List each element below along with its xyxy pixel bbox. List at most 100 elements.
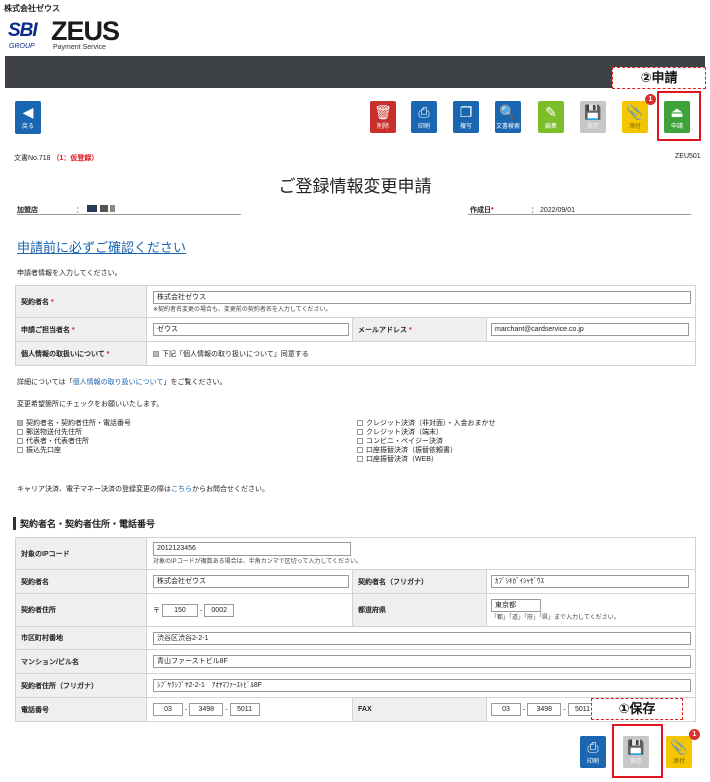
check-item[interactable]: 契約者名・契約者住所・電話番号	[17, 419, 131, 428]
apply-callout: ②申請	[612, 67, 706, 89]
checkbox[interactable]	[357, 429, 363, 436]
email-input[interactable]: marchant@cardservice.co.jp	[491, 323, 689, 336]
copy-icon: ❐	[459, 104, 473, 120]
paperclip-icon: 📎	[626, 104, 644, 120]
bottom-attach-badge: 1	[689, 729, 700, 740]
address-label: 契約者住所	[15, 593, 147, 627]
check-item[interactable]: 口座振替決済（WEB）	[357, 455, 496, 464]
building-label: マンション/ビル名	[15, 649, 147, 674]
doc-search-button[interactable]: 🔍 文書検索	[495, 101, 521, 133]
shop-underline	[17, 214, 241, 215]
zip2-input[interactable]: 0002	[204, 603, 235, 617]
created-underline	[468, 214, 691, 215]
section-heading: 契約者名・契約者住所・電話番号	[13, 517, 155, 530]
edit-button[interactable]: ✎ 編集	[538, 101, 564, 133]
check-item[interactable]: 口座振替決済（振替依頼書）	[357, 446, 496, 455]
logo-group: GROUP	[9, 43, 35, 50]
checkbox[interactable]	[17, 438, 23, 445]
privacy-check-label: 下記「個人情報の取り扱いについて」同意する	[162, 350, 309, 358]
city-input[interactable]: 渋谷区渋谷2-2-1	[153, 631, 691, 645]
logo-payment-service: Payment Service	[53, 44, 106, 51]
privacy-checkbox[interactable]	[153, 350, 159, 357]
apply-highlight-box	[657, 91, 701, 141]
checkbox[interactable]	[357, 456, 363, 463]
save-button[interactable]: 💾 保存	[580, 101, 606, 133]
check-intro: 変更希望箇所にチェックをお願いいたします。	[17, 401, 164, 408]
address-kana-input[interactable]: ｼﾌﾞﾔｸｼﾌﾞﾔ2-2-1 ｱｵﾔﾏﾌｧｰｽﾄﾋﾞﾙ8F	[153, 679, 691, 692]
privacy-note: 詳細については「個人情報の取り扱いについて」をご覧ください。	[17, 379, 227, 386]
ip-code-label: 対象のIPコード	[15, 537, 147, 570]
person-label: 申請ご担当者名 *	[15, 317, 147, 342]
city-label: 市区町村番地	[15, 626, 147, 650]
checkbox[interactable]	[357, 438, 363, 445]
delete-button[interactable]: 🗑 削除	[370, 101, 396, 133]
checks-right: クレジット決済（非対面）・入金おまかせ クレジット決済（端末） コンビニ・ペイジ…	[357, 419, 496, 464]
company-name: 株式会社ゼウス	[4, 4, 60, 13]
fax2-input[interactable]: 3498	[527, 703, 562, 716]
shop-name-redacted-2	[100, 205, 108, 212]
sbi-zeus-logo: SBI ZEUS GROUP Payment Service	[8, 14, 120, 56]
tel1-input[interactable]: 03	[153, 703, 183, 716]
floppy-icon: 💾	[584, 104, 602, 120]
checkbox[interactable]	[357, 420, 363, 427]
doc-code: ZEU501	[675, 153, 701, 160]
paperclip-icon: 📎	[670, 739, 688, 755]
logo-zeus: ZEUS	[51, 16, 120, 46]
save-callout: ①保存	[591, 698, 683, 720]
prefecture-input[interactable]: 東京都	[491, 599, 541, 612]
address-kana-label: 契約者住所（フリガナ）	[15, 673, 147, 698]
zip-mark: 〒	[153, 606, 160, 614]
contract-address-table: 対象のIPコード 2012123456 対象のIPコードが複数ある場合は、半角カ…	[15, 537, 696, 722]
checkbox[interactable]	[357, 447, 363, 454]
copy-button[interactable]: ❐ 複写	[453, 101, 479, 133]
contract-name-input[interactable]: 株式会社ゼウス	[153, 290, 691, 304]
trash-icon: 🗑	[374, 104, 392, 120]
ip-code-input[interactable]: 2012123456	[153, 542, 351, 556]
carrier-note: キャリア決済、電子マネー決済の登録変更の際はこちらからお問合せください。	[17, 486, 269, 493]
prefecture-label: 都道府県	[352, 593, 487, 627]
zip1-input[interactable]: 150	[161, 603, 198, 617]
carrier-link[interactable]: こちら	[171, 486, 192, 493]
tel2-input[interactable]: 3498	[189, 703, 224, 716]
check-item[interactable]: 振込先口座	[17, 446, 131, 455]
contract-name-label: 契約者名 *	[15, 285, 147, 318]
kana-input[interactable]: ｶﾌﾞｼｷｶﾞｲｼｬｾﾞｳｽ	[491, 575, 689, 588]
printer-icon: ⎙	[587, 739, 599, 755]
header-bar	[5, 56, 705, 88]
fax-label: FAX	[352, 697, 487, 722]
name-input[interactable]: 株式会社ゼウス	[153, 575, 349, 588]
fax1-input[interactable]: 03	[491, 703, 521, 716]
check-item[interactable]: 郵送物送付先住所	[17, 428, 131, 437]
tel3-input[interactable]: 5011	[229, 703, 260, 716]
page-title: ご登録情報変更申請	[278, 177, 432, 196]
shop-name-redacted	[87, 205, 97, 212]
printer-icon: ⎙	[418, 104, 430, 120]
check-item[interactable]: 代表者・代表者住所	[17, 437, 131, 446]
bottom-attach-button[interactable]: 📎 添付	[666, 736, 692, 768]
check-item[interactable]: コンビニ・ペイジー決済	[357, 437, 496, 446]
bottom-print-button[interactable]: ⎙ 印刷	[580, 736, 606, 768]
print-button[interactable]: ⎙ 印刷	[411, 101, 437, 133]
back-button[interactable]: ◀ 戻る	[15, 101, 41, 134]
doc-status: （1：仮登録）	[52, 155, 99, 162]
tel-label: 電話番号	[15, 697, 147, 722]
check-item[interactable]: クレジット決済（端末）	[357, 428, 496, 437]
checkbox[interactable]	[17, 447, 23, 454]
privacy-link[interactable]: 個人情報の取り扱いについて	[73, 379, 164, 386]
checks-left: 契約者名・契約者住所・電話番号 郵送物送付先住所 代表者・代表者住所 振込先口座	[17, 419, 131, 455]
kana-label: 契約者名（フリガナ）	[352, 569, 487, 594]
logo-sbi: SBI	[8, 20, 38, 41]
applicant-intro: 申請者情報を入力してください。	[17, 270, 122, 277]
back-arrow-icon: ◀	[22, 104, 34, 120]
prefecture-hint: 「都」「道」「府」「県」まで入力してください。	[491, 615, 620, 621]
attach-button[interactable]: 📎 添付	[622, 101, 648, 133]
checkbox[interactable]	[17, 420, 23, 427]
shop-name-redacted-3	[110, 205, 115, 212]
privacy-label: 個人情報の取扱いについて *	[15, 341, 147, 366]
confirm-before-apply-link[interactable]: 申請前に必ずご確認ください	[17, 237, 186, 256]
checkbox[interactable]	[17, 429, 23, 436]
doc-number: 文書No.718 （1：仮登録）	[14, 155, 99, 162]
building-input[interactable]: 青山ファーストビル8F	[153, 655, 691, 668]
check-item[interactable]: クレジット決済（非対面）・入金おまかせ	[357, 419, 496, 428]
person-input[interactable]: ゼウス	[153, 323, 349, 336]
